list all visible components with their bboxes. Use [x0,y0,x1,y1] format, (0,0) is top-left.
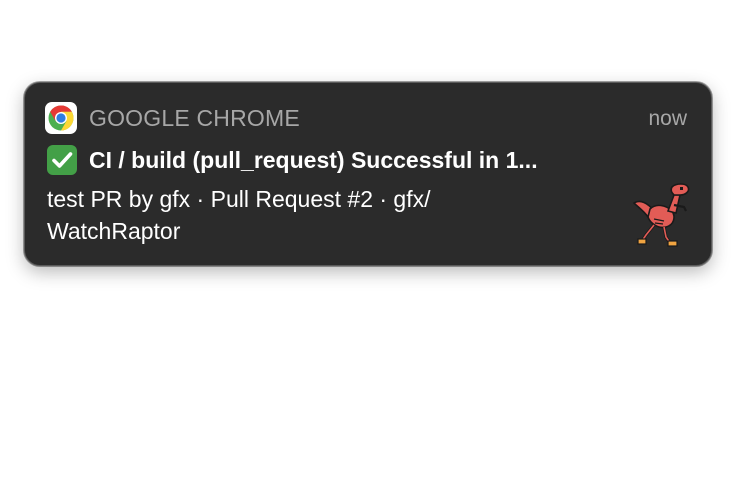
notification-title-row: CI / build (pull_request) Successful in … [47,143,607,177]
notification-title: CI / build (pull_request) Successful in … [89,146,538,173]
check-mark-button-icon [47,145,77,175]
notification-banner[interactable]: GOOGLE CHROME now CI / build (pull_reque… [24,82,712,266]
app-name: GOOGLE CHROME [89,105,300,131]
raptor-icon [632,183,690,247]
notification-body: test PR by gfx · Pull Request #2 · gfx/ … [47,186,431,244]
chrome-icon [45,102,77,134]
timestamp: now [648,107,687,130]
